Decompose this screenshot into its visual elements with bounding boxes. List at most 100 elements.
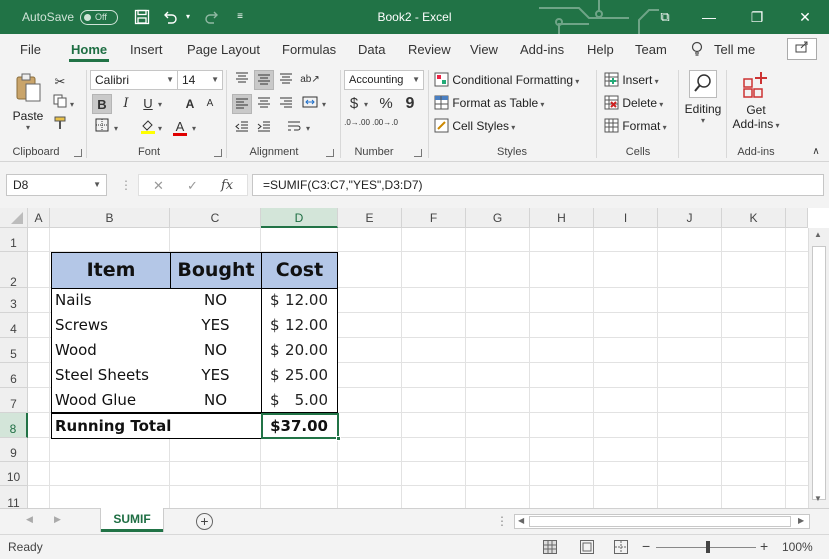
normal-view-icon[interactable] xyxy=(543,540,557,554)
tab-data[interactable]: Data xyxy=(358,34,385,64)
conditional-formatting-button[interactable]: Conditional Formatting ▾ xyxy=(434,72,579,87)
scroll-up-icon[interactable]: ▲ xyxy=(814,230,822,239)
row-header-10[interactable]: 10 xyxy=(0,462,28,486)
underline-button[interactable]: U xyxy=(138,94,158,114)
undo-icon[interactable] xyxy=(162,9,178,25)
formula-input[interactable]: =SUMIF(C3:C7,"YES",D3:D7) xyxy=(252,174,824,196)
tab-help[interactable]: Help xyxy=(587,34,614,64)
wrap-text-icon[interactable] xyxy=(284,118,304,138)
cell-d6[interactable]: 25.00 xyxy=(262,363,328,388)
wrap-dropdown-icon[interactable]: ▾ xyxy=(306,124,310,133)
copy-dropdown-icon[interactable]: ▾ xyxy=(70,100,74,109)
header-bought[interactable]: Bought xyxy=(170,252,262,289)
row-header-9[interactable]: 9 xyxy=(0,438,28,462)
format-as-table-button[interactable]: Format as Table ▾ xyxy=(434,95,544,110)
worksheet-grid[interactable]: A B C D E F G H I J K 1 2 3 4 5 6 7 8 9 … xyxy=(0,208,829,508)
merge-center-icon[interactable] xyxy=(300,94,320,114)
row-header-11[interactable]: 11 xyxy=(0,486,28,508)
align-right-icon[interactable] xyxy=(276,94,296,114)
currency-dropdown-icon[interactable]: ▾ xyxy=(364,100,368,109)
align-bottom-icon[interactable] xyxy=(276,70,296,90)
insert-function-icon[interactable]: fx xyxy=(221,175,233,197)
scroll-right-icon[interactable]: ▶ xyxy=(798,516,804,525)
cell-d8[interactable]: $37.00 xyxy=(262,414,328,438)
header-item[interactable]: Item xyxy=(51,252,171,289)
column-header-i[interactable]: I xyxy=(594,208,658,228)
page-layout-view-icon[interactable] xyxy=(580,540,594,554)
format-painter-icon[interactable] xyxy=(50,116,70,136)
number-format-dropdown[interactable]: Accounting ▼ xyxy=(344,70,424,90)
fill-handle[interactable] xyxy=(336,436,341,441)
column-header-h[interactable]: H xyxy=(530,208,594,228)
lightbulb-icon[interactable] xyxy=(690,34,704,64)
column-header-l[interactable] xyxy=(786,208,808,228)
font-color-dropdown-icon[interactable]: ▾ xyxy=(192,124,196,133)
row-header-1[interactable]: 1 xyxy=(0,228,28,252)
column-header-j[interactable]: J xyxy=(658,208,722,228)
tab-page-layout[interactable]: Page Layout xyxy=(187,34,260,64)
cell-b7[interactable]: Wood Glue xyxy=(55,388,136,413)
column-header-a[interactable]: A xyxy=(28,208,50,228)
borders-icon[interactable] xyxy=(92,118,112,138)
row-header-4[interactable]: 4 xyxy=(0,313,28,338)
header-cost[interactable]: Cost xyxy=(261,252,338,289)
redo-icon[interactable] xyxy=(204,9,220,25)
column-header-k[interactable]: K xyxy=(722,208,786,228)
cancel-icon[interactable]: ✕ xyxy=(153,175,164,197)
insert-cells-button[interactable]: Insert ▾ xyxy=(604,72,659,87)
alignment-launcher-icon[interactable] xyxy=(326,149,334,157)
tab-home[interactable]: Home xyxy=(68,34,110,64)
cell-styles-button[interactable]: Cell Styles ▾ xyxy=(434,118,515,133)
cell-d5[interactable]: 20.00 xyxy=(262,338,328,363)
decrease-indent-icon[interactable] xyxy=(232,118,252,138)
tab-file[interactable]: File xyxy=(20,34,41,64)
increase-decimal-icon[interactable]: .0→.00 xyxy=(344,118,370,138)
cell-b3[interactable]: Nails xyxy=(55,288,92,313)
align-middle-icon[interactable] xyxy=(254,70,274,90)
paste-button[interactable]: Paste ▾ xyxy=(10,72,46,132)
borders-dropdown-icon[interactable]: ▾ xyxy=(114,124,118,133)
horizontal-scrollbar[interactable]: ◀ ▶ xyxy=(514,514,810,529)
column-header-b[interactable]: B xyxy=(50,208,170,228)
decrease-font-size-icon[interactable]: A xyxy=(200,94,220,114)
cell-b5[interactable]: Wood xyxy=(55,338,97,363)
cut-icon[interactable]: ✂ xyxy=(50,72,70,92)
font-color-icon[interactable]: A xyxy=(170,117,190,137)
row-header-2[interactable]: 2 xyxy=(0,252,28,289)
copy-icon[interactable] xyxy=(50,94,70,114)
cell-d4[interactable]: 12.00 xyxy=(262,313,328,338)
vertical-scrollbar[interactable]: ▲ ▼ xyxy=(808,228,829,508)
comma-style-icon[interactable]: 9 xyxy=(400,94,420,114)
row-header-3[interactable]: 3 xyxy=(0,288,28,313)
enter-icon[interactable]: ✓ xyxy=(187,175,198,197)
fill-color-icon[interactable] xyxy=(138,118,158,138)
increase-indent-icon[interactable] xyxy=(254,118,274,138)
cell-b8[interactable]: Running Total xyxy=(55,414,171,438)
editing-button[interactable]: Editing ▾ xyxy=(684,70,722,125)
autosave-toggle[interactable]: Off xyxy=(80,10,118,25)
new-sheet-icon[interactable]: + xyxy=(196,513,213,530)
scroll-left-icon[interactable]: ◀ xyxy=(518,516,524,525)
tab-split-grip-icon[interactable]: ⋮ xyxy=(496,514,508,528)
cell-d7[interactable]: 5.00 xyxy=(262,388,328,413)
tab-team[interactable]: Team xyxy=(635,34,667,64)
cell-d3[interactable]: 12.00 xyxy=(262,288,328,313)
align-left-icon[interactable] xyxy=(232,94,252,114)
cell-b6[interactable]: Steel Sheets xyxy=(55,363,149,388)
orientation-icon[interactable]: ab↗ xyxy=(300,70,320,90)
delete-cells-button[interactable]: Delete ▾ xyxy=(604,95,663,110)
page-break-view-icon[interactable] xyxy=(614,540,628,554)
minimize-button[interactable]: — xyxy=(692,0,726,34)
row-header-5[interactable]: 5 xyxy=(0,338,28,363)
currency-format-icon[interactable]: $ xyxy=(344,94,364,114)
sheet-tab-sumif[interactable]: SUMIF xyxy=(101,508,163,532)
clipboard-launcher-icon[interactable] xyxy=(74,149,82,157)
cell-c5[interactable]: NO xyxy=(170,338,261,363)
cell-c3[interactable]: NO xyxy=(170,288,261,313)
undo-dropdown-icon[interactable]: ▾ xyxy=(180,9,196,25)
row-header-7[interactable]: 7 xyxy=(0,388,28,413)
customize-qat-icon[interactable]: ≡ xyxy=(232,9,248,25)
zoom-slider-thumb[interactable] xyxy=(706,541,710,553)
ribbon-display-options-icon[interactable]: ⧉ xyxy=(648,0,682,34)
zoom-level[interactable]: 100% xyxy=(782,540,813,554)
